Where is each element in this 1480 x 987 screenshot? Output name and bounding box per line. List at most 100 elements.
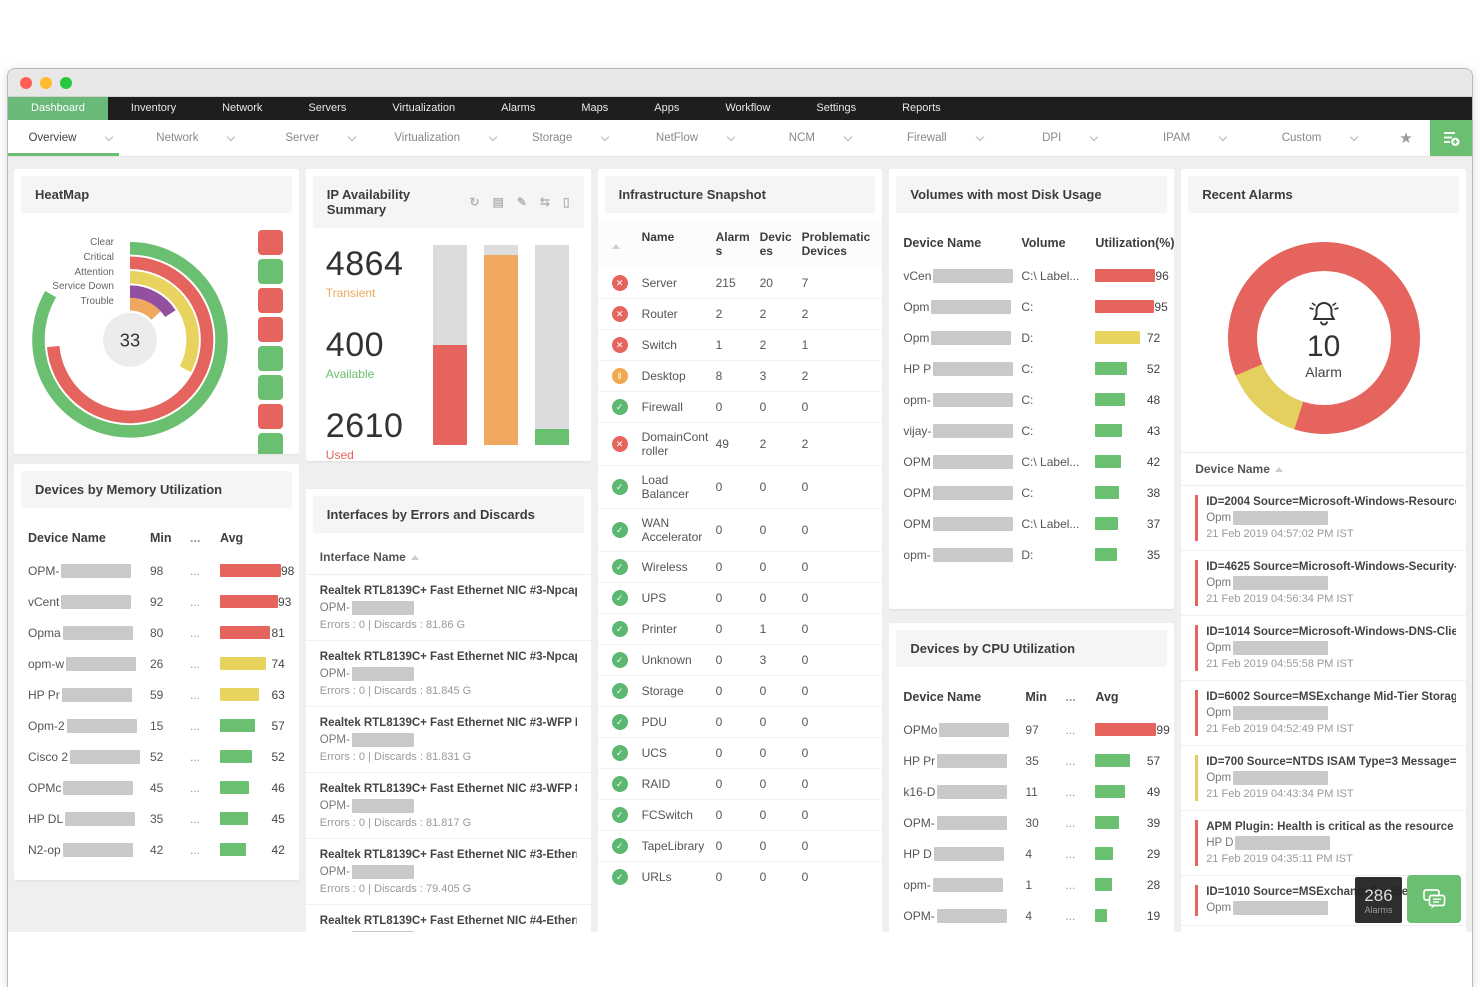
- volume-row[interactable]: HP P C: 52: [903, 353, 1160, 384]
- device-row[interactable]: OPMc 45 ... 46: [28, 772, 285, 803]
- device-status-square[interactable]: [257, 317, 283, 342]
- alarm-donut-chart[interactable]: 10 Alarm: [1227, 242, 1420, 434]
- minimize-window-button[interactable]: [40, 76, 52, 89]
- device-row[interactable]: vCent 92 ... 93: [28, 586, 291, 617]
- device-row[interactable]: OPM- 30 ... 39: [903, 807, 1160, 838]
- nav-tab-maps[interactable]: Maps: [558, 97, 631, 120]
- device-status-square[interactable]: [257, 404, 283, 429]
- alarms-count-badge[interactable]: 286 Alarms: [1355, 877, 1402, 923]
- infra-row-wan-accelerator[interactable]: ✓ WAN Accelerator 0 0 0: [597, 508, 883, 551]
- subnav-item-network[interactable]: Network: [133, 120, 258, 156]
- subnav-item-netflow[interactable]: NetFlow: [633, 120, 758, 156]
- nav-tab-inventory[interactable]: Inventory: [108, 97, 199, 120]
- infra-row-server[interactable]: ✕ Server 215 20 7: [598, 268, 883, 298]
- interface-row[interactable]: Realtek RTL8139C+ Fast Ethernet NIC #3-W…: [305, 707, 591, 773]
- refresh-icon[interactable]: ↻: [469, 195, 479, 209]
- device-name-column-header[interactable]: Device Name: [1181, 452, 1466, 486]
- device-row[interactable]: N2-op 42 ... 42: [28, 834, 285, 865]
- favorite-star-icon[interactable]: ★: [1382, 120, 1430, 156]
- device-row[interactable]: opm-w 26 ... 74: [28, 648, 285, 679]
- volume-row[interactable]: vijay- C: 43: [903, 415, 1160, 446]
- device-status-square[interactable]: [257, 259, 283, 284]
- nav-tab-settings[interactable]: Settings: [793, 97, 879, 120]
- interface-row[interactable]: Realtek RTL8139C+ Fast Ethernet NIC #3-N…: [305, 575, 591, 641]
- alarm-row[interactable]: ID=700 Source=NTDS ISAM Type=3 Message=N…: [1181, 746, 1466, 811]
- interface-row[interactable]: Realtek RTL8139C+ Fast Ethernet NIC #3-E…: [305, 839, 591, 905]
- volume-row[interactable]: opm- D: 35: [903, 539, 1160, 570]
- infra-row-storage[interactable]: ✓ Storage 0 0 0: [597, 675, 883, 706]
- subnav-item-firewall[interactable]: Firewall: [882, 120, 1007, 156]
- device-status-square[interactable]: [257, 346, 283, 371]
- device-row[interactable]: Opm-2 15 ... 57: [28, 710, 285, 741]
- infra-row-ups[interactable]: ✓ UPS 0 0 0: [597, 582, 883, 613]
- volume-row[interactable]: Opm D: 72: [903, 322, 1160, 353]
- delete-icon[interactable]: ▯: [563, 195, 570, 209]
- interface-row[interactable]: Realtek RTL8139C+ Fast Ethernet NIC #3-W…: [305, 773, 591, 839]
- nav-tab-network[interactable]: Network: [199, 97, 285, 120]
- move-icon[interactable]: ⇆: [540, 195, 550, 209]
- volume-row[interactable]: OPM C:\ Label... 37: [903, 508, 1160, 539]
- interface-name-column-header[interactable]: Interface Name: [305, 540, 591, 575]
- subnav-item-custom[interactable]: Custom: [1257, 120, 1382, 156]
- device-row[interactable]: HP D 4 ... 29: [903, 838, 1160, 869]
- infra-row-switch[interactable]: ✕ Switch 1 2 1: [597, 329, 883, 360]
- device-row[interactable]: HP Pr 35 ... 57: [903, 745, 1160, 776]
- device-row[interactable]: opm- 1 ... 28: [903, 869, 1160, 900]
- volume-row[interactable]: opm- C: 48: [903, 384, 1160, 415]
- device-row[interactable]: OPM- 4 ... 19: [903, 900, 1160, 931]
- nav-tab-reports[interactable]: Reports: [879, 97, 964, 120]
- nav-tab-servers[interactable]: Servers: [285, 97, 369, 120]
- infra-row-unknown[interactable]: ✓ Unknown 0 3 0: [597, 644, 883, 675]
- device-row[interactable]: OPMo 97 ... 99: [903, 714, 1170, 745]
- subnav-item-ipam[interactable]: IPAM: [1132, 120, 1257, 156]
- infra-row-raid[interactable]: ✓ RAID 0 0 0: [597, 768, 883, 799]
- infra-row-domaincontroller[interactable]: ✕ DomainController 49 2 2: [597, 422, 883, 465]
- device-row[interactable]: HP DL 35 ... 45: [28, 803, 285, 834]
- alarm-row[interactable]: ID=1014 Source=Microsoft-Windows-DNS-Cli…: [1181, 616, 1466, 681]
- nav-tab-apps[interactable]: Apps: [631, 97, 702, 120]
- device-status-square[interactable]: [257, 375, 283, 400]
- volume-row[interactable]: Opm C: 95: [903, 291, 1168, 322]
- volume-row[interactable]: OPM C:\ Label... 42: [903, 446, 1160, 477]
- alarm-row[interactable]: ID=6002 Source=MSExchange Mid-Tier Stora…: [1181, 681, 1466, 746]
- subnav-item-server[interactable]: Server: [258, 120, 383, 156]
- infra-row-pdu[interactable]: ✓ PDU 0 0 0: [597, 706, 883, 737]
- infra-row-firewall[interactable]: ✓ Firewall 0 0 0: [597, 391, 883, 422]
- alarm-row[interactable]: ID=2004 Source=Microsoft-Windows-Resourc…: [1181, 486, 1466, 551]
- maximize-window-button[interactable]: [60, 76, 72, 89]
- interface-row[interactable]: Realtek RTL8139C+ Fast Ethernet NIC #4-E…: [306, 905, 591, 932]
- add-dashboard-button[interactable]: [1430, 120, 1472, 156]
- device-status-square[interactable]: [257, 433, 283, 454]
- subnav-item-storage[interactable]: Storage: [508, 120, 633, 156]
- nav-tab-virtualization[interactable]: Virtualization: [369, 97, 478, 120]
- infra-row-router[interactable]: ✕ Router 2 2 2: [597, 298, 883, 329]
- report-icon[interactable]: ▤: [493, 195, 504, 209]
- nav-tab-dashboard[interactable]: Dashboard: [8, 97, 108, 120]
- volume-row[interactable]: vCen C:\ Label... 96: [903, 260, 1169, 291]
- subnav-item-overview[interactable]: Overview: [8, 120, 133, 156]
- infra-row-fcswitch[interactable]: ✓ FCSwitch 0 0 0: [597, 799, 883, 830]
- alarm-row[interactable]: APM Plugin: Health is critical as the re…: [1181, 811, 1466, 876]
- infra-row-ucs[interactable]: ✓ UCS 0 0 0: [597, 737, 883, 768]
- device-row[interactable]: HP Pr 59 ... 63: [28, 679, 285, 710]
- interface-row[interactable]: Realtek RTL8139C+ Fast Ethernet NIC #3-N…: [305, 641, 591, 707]
- chat-support-button[interactable]: [1407, 875, 1461, 923]
- edit-icon[interactable]: ✎: [517, 195, 527, 209]
- device-row[interactable]: Cisco 2 52 ... 52: [28, 741, 285, 772]
- nav-tab-workflow[interactable]: Workflow: [702, 97, 793, 120]
- subnav-item-dpi[interactable]: DPI: [1007, 120, 1132, 156]
- device-row[interactable]: Opma 80 ... 81: [28, 617, 285, 648]
- infra-row-tapelibrary[interactable]: ✓ TapeLibrary 0 0 0: [597, 830, 883, 861]
- sort-caret-icon[interactable]: [611, 230, 620, 249]
- device-status-square[interactable]: [257, 288, 283, 313]
- infra-row-wireless[interactable]: ✓ Wireless 0 0 0: [597, 551, 883, 582]
- infra-row-desktop[interactable]: ‖ Desktop 8 3 2: [597, 360, 883, 391]
- infra-row-printer[interactable]: ✓ Printer 0 1 0: [597, 613, 883, 644]
- volume-row[interactable]: OPM C: 38: [903, 477, 1160, 508]
- nav-tab-alarms[interactable]: Alarms: [478, 97, 558, 120]
- subnav-item-virtualization[interactable]: Virtualization: [383, 120, 508, 156]
- infra-row-load-balancer[interactable]: ✓ Load Balancer 0 0 0: [597, 465, 883, 508]
- device-row[interactable]: OPM- 98 ... 98: [28, 555, 294, 586]
- close-window-button[interactable]: [20, 76, 32, 89]
- device-row[interactable]: k16-D 11 ... 49: [903, 776, 1160, 807]
